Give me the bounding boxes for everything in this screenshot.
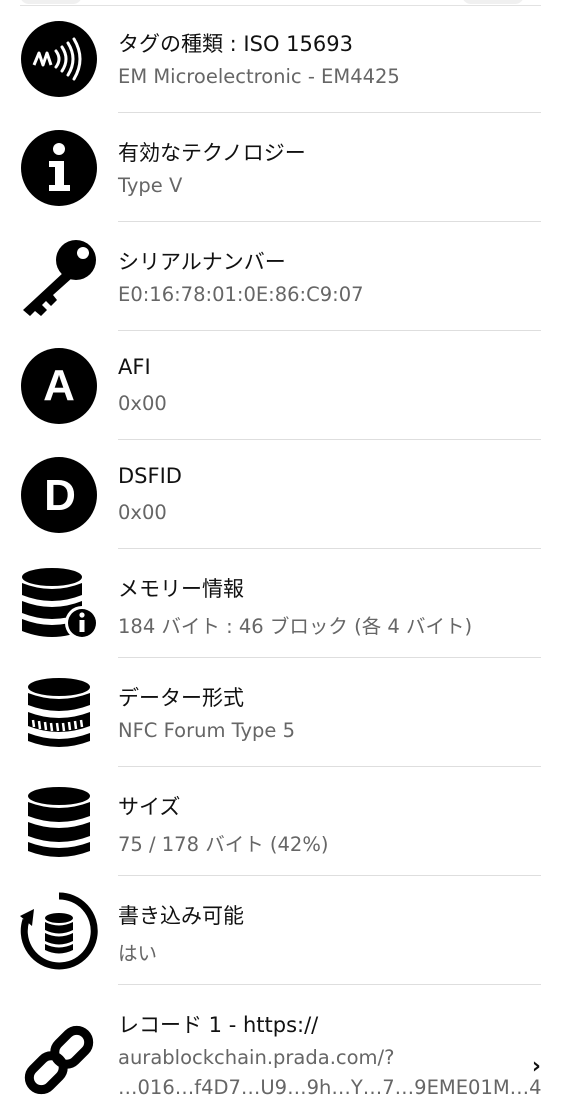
item-title: 書き込み可能 [118, 904, 244, 928]
item-title: メモリー情報 [118, 577, 244, 601]
item-value-continued: …016…f4D7…U9…9h…Y…7…9EME01M…4 [118, 1076, 542, 1099]
item-value: E0:16:78:01:0E:86:C9:07 [118, 283, 364, 306]
item-value: はい [118, 942, 158, 965]
list-item-writable[interactable]: 書き込み可能 はい [0, 876, 565, 985]
item-title: タグの種類 : ISO 15693 [118, 32, 353, 56]
item-value: 184 バイト : 46 ブロック (各 4 バイト) [118, 615, 473, 638]
list-item-tag-type[interactable]: タグの種類 : ISO 15693 EM Microelectronic - E… [0, 4, 565, 113]
rewrite-database-icon [20, 892, 98, 970]
letter-a-icon: A [20, 347, 98, 425]
item-value: Type V [118, 174, 183, 197]
key-icon [20, 238, 98, 316]
item-value: NFC Forum Type 5 [118, 719, 296, 742]
database-info-icon [20, 565, 98, 643]
database-format-icon [20, 674, 98, 752]
item-title: DSFID [118, 464, 182, 488]
list-item-record-1[interactable]: レコード 1 - https:// aurablockchain.prada.c… [0, 985, 565, 1115]
letter-d-icon: D [20, 456, 98, 534]
item-value: 0x00 [118, 392, 167, 415]
item-title: サイズ [118, 795, 181, 819]
list-item-technologies[interactable]: 有効なテクノロジー Type V [0, 113, 565, 222]
item-title: AFI [118, 355, 151, 379]
item-title: シリアルナンバー [118, 250, 286, 274]
nfc-tag-icon [20, 20, 98, 98]
item-value: 75 / 178 バイト (42%) [118, 833, 329, 856]
chevron-right-icon[interactable]: › [532, 1054, 541, 1079]
item-title: レコード 1 - https:// [118, 1013, 319, 1037]
list-item-dsfid[interactable]: D DSFID 0x00 [0, 440, 565, 549]
list-item-serial-number[interactable]: シリアルナンバー E0:16:78:01:0E:86:C9:07 [0, 222, 565, 331]
link-icon [20, 1021, 98, 1099]
item-value: EM Microelectronic - EM4425 [118, 65, 400, 88]
item-value: 0x00 [118, 501, 167, 524]
list-item-memory-info[interactable]: メモリー情報 184 バイト : 46 ブロック (各 4 バイト) [0, 549, 565, 658]
item-title: 有効なテクノロジー [118, 141, 306, 165]
svg-text:D: D [44, 471, 76, 520]
item-title: データー形式 [118, 686, 244, 710]
info-icon [20, 129, 98, 207]
database-icon [20, 783, 98, 861]
list-item-size[interactable]: サイズ 75 / 178 バイト (42%) [0, 767, 565, 876]
list-item-data-format[interactable]: データー形式 NFC Forum Type 5 [0, 658, 565, 767]
svg-text:A: A [43, 361, 75, 410]
list-item-afi[interactable]: A AFI 0x00 [0, 331, 565, 440]
item-value: aurablockchain.prada.com/? [118, 1046, 395, 1069]
